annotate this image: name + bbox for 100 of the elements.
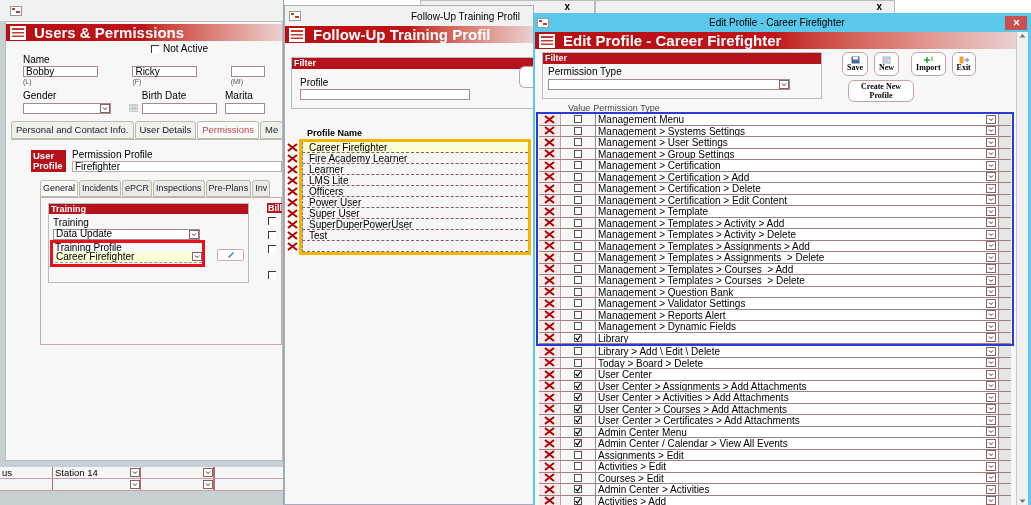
profile-row[interactable]: Officers xyxy=(302,186,528,197)
delete-icon[interactable] xyxy=(286,154,298,163)
delete-icon[interactable] xyxy=(544,206,555,216)
delete-icon[interactable] xyxy=(286,209,298,218)
checkbox[interactable] xyxy=(268,270,276,279)
close-button[interactable]: x xyxy=(560,1,574,13)
save-button[interactable]: Save xyxy=(842,52,868,76)
delete-icon[interactable] xyxy=(544,229,555,239)
checkbox[interactable] xyxy=(268,244,276,253)
profile-row[interactable]: Learner xyxy=(302,164,528,175)
name-field[interactable]: Bobby xyxy=(23,66,99,77)
profile-row[interactable]: Fire Academy Learner xyxy=(302,153,528,164)
subtab[interactable]: Incidents xyxy=(79,179,122,197)
delete-icon[interactable] xyxy=(544,114,555,124)
import-button[interactable]: Import xyxy=(911,52,946,76)
name-field[interactable] xyxy=(230,66,265,77)
delete-icon[interactable] xyxy=(544,358,555,368)
checkbox[interactable] xyxy=(574,370,582,378)
checkbox[interactable] xyxy=(574,299,582,307)
delete-icon[interactable] xyxy=(544,149,555,159)
tab[interactable]: Me xyxy=(260,121,283,139)
delete-icon[interactable] xyxy=(544,461,555,471)
tab[interactable]: Personal and Contact Info. xyxy=(11,121,134,139)
subtab[interactable]: Inv xyxy=(252,179,271,197)
checkbox[interactable] xyxy=(574,310,582,319)
checkbox[interactable] xyxy=(574,347,582,355)
checkbox[interactable] xyxy=(574,358,582,367)
checkbox[interactable] xyxy=(574,276,582,284)
station-dropdown[interactable]: Station 14 xyxy=(53,467,141,478)
subtab[interactable]: Inspections xyxy=(153,179,205,197)
delete-icon[interactable] xyxy=(544,275,555,285)
delete-icon[interactable] xyxy=(544,183,555,193)
subtab[interactable]: ePCR xyxy=(122,179,153,197)
delete-icon[interactable] xyxy=(544,160,555,170)
checkbox[interactable] xyxy=(574,115,582,123)
delete-icon[interactable] xyxy=(544,415,555,425)
permission-profile-field[interactable]: Firefighter xyxy=(72,160,282,172)
delete-icon[interactable] xyxy=(544,195,555,205)
tab[interactable]: User Details xyxy=(134,121,197,139)
delete-icon[interactable] xyxy=(286,143,298,152)
profile-row[interactable] xyxy=(302,241,528,252)
delete-icon[interactable] xyxy=(544,450,555,460)
delete-icon[interactable] xyxy=(544,137,555,147)
checkbox[interactable] xyxy=(574,138,582,146)
delete-icon[interactable] xyxy=(286,231,298,240)
checkbox[interactable] xyxy=(574,184,582,192)
checkbox[interactable] xyxy=(574,241,582,250)
checkbox[interactable] xyxy=(574,230,582,238)
delete-icon[interactable] xyxy=(544,392,555,402)
create-profile-button[interactable]: Create New Profile xyxy=(848,80,914,102)
checkbox[interactable] xyxy=(151,45,159,53)
subtab[interactable]: Pre-Plans xyxy=(205,179,252,197)
birth-date-field[interactable] xyxy=(141,103,217,114)
profile-row[interactable]: Super User xyxy=(302,208,528,219)
checkbox[interactable] xyxy=(574,473,582,482)
checkbox[interactable] xyxy=(574,450,582,459)
delete-icon[interactable] xyxy=(544,438,555,448)
checkbox[interactable] xyxy=(574,416,582,424)
checkbox[interactable] xyxy=(574,322,582,330)
checkbox[interactable] xyxy=(574,427,582,436)
delete-icon[interactable] xyxy=(544,333,555,343)
delete-icon[interactable] xyxy=(544,241,555,251)
checkbox[interactable] xyxy=(574,218,582,227)
delete-icon[interactable] xyxy=(544,252,555,262)
delete-icon[interactable] xyxy=(544,310,555,320)
new-button[interactable]: New xyxy=(874,52,900,76)
checkbox[interactable] xyxy=(574,161,582,169)
checkbox[interactable] xyxy=(574,439,582,447)
marital-field[interactable] xyxy=(225,103,265,114)
checkbox[interactable] xyxy=(574,126,582,135)
delete-icon[interactable] xyxy=(544,369,555,379)
checkbox[interactable] xyxy=(574,333,582,342)
exit-button[interactable]: Exit xyxy=(951,52,976,76)
delete-icon[interactable] xyxy=(286,198,298,207)
delete-icon[interactable] xyxy=(544,321,555,331)
delete-icon[interactable] xyxy=(286,220,298,229)
delete-icon[interactable] xyxy=(544,287,555,297)
delete-icon[interactable] xyxy=(544,172,555,182)
delete-icon[interactable] xyxy=(544,264,555,274)
checkbox[interactable] xyxy=(574,253,582,261)
delete-icon[interactable] xyxy=(544,404,555,414)
training-dropdown[interactable]: Data Update xyxy=(53,228,200,240)
delete-icon[interactable] xyxy=(286,187,298,196)
checkbox[interactable] xyxy=(574,462,582,470)
checkbox[interactable] xyxy=(268,230,276,239)
delete-icon[interactable] xyxy=(286,242,298,251)
delete-icon[interactable] xyxy=(286,176,298,185)
checkbox[interactable] xyxy=(574,393,582,401)
profile-row[interactable]: Power User xyxy=(302,197,528,208)
tab[interactable]: Permissions xyxy=(197,121,259,139)
close-button[interactable] xyxy=(1005,15,1027,30)
delete-icon[interactable] xyxy=(544,346,555,356)
checkbox[interactable] xyxy=(574,496,582,505)
name-field[interactable]: Ricky xyxy=(132,66,197,77)
delete-icon[interactable] xyxy=(544,381,555,391)
delete-icon[interactable] xyxy=(544,496,555,505)
delete-icon[interactable] xyxy=(544,484,555,494)
subtab[interactable]: General xyxy=(40,179,79,197)
delete-icon[interactable] xyxy=(544,473,555,483)
profile-row[interactable]: Test xyxy=(302,230,528,241)
